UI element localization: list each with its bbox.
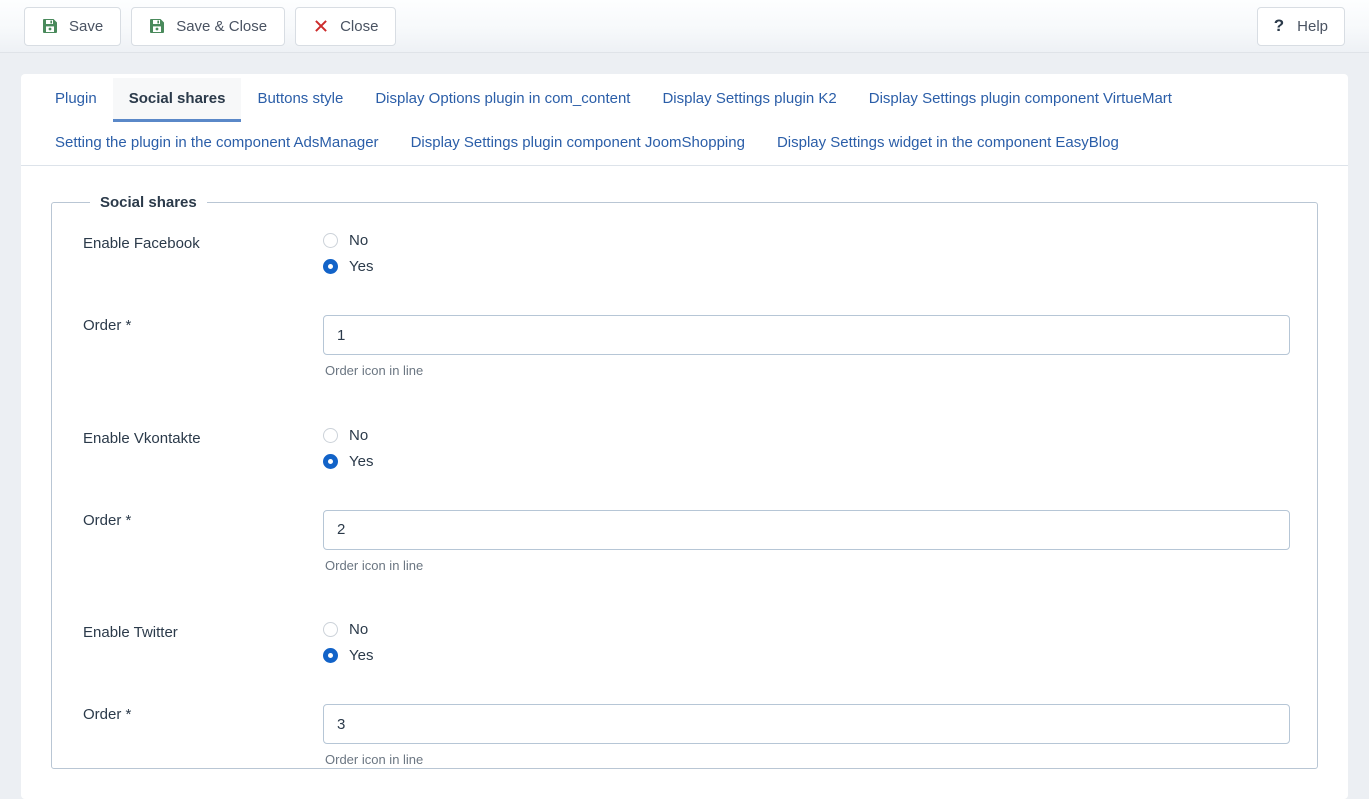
content-card: Plugin Social shares Buttons style Displ… bbox=[21, 74, 1348, 799]
toolbar-button-group: Save Save & Close Close bbox=[24, 6, 397, 46]
floppy-disk-icon bbox=[42, 18, 58, 34]
save-button-label: Save bbox=[69, 17, 104, 35]
radio-enable-twitter-yes[interactable]: Yes bbox=[323, 647, 1290, 665]
radio-group-enable-twitter: No Yes bbox=[323, 621, 1290, 665]
label-enable-twitter: Enable Twitter bbox=[83, 624, 178, 642]
help-button-label: Help bbox=[1297, 17, 1328, 35]
toolbar: Save Save & Close Close ? Help bbox=[0, 0, 1369, 53]
order-vkontakte-input[interactable] bbox=[323, 509, 1290, 550]
save-and-close-button[interactable]: Save & Close bbox=[131, 6, 286, 46]
fieldset-legend: Social shares bbox=[100, 194, 197, 211]
label-text: Order bbox=[83, 511, 122, 529]
label-order-facebook: Order * bbox=[83, 315, 323, 335]
page-container: Plugin Social shares Buttons style Displ… bbox=[0, 53, 1369, 799]
control-group-enable-twitter: Enable Twitter No Yes bbox=[52, 621, 1317, 665]
radio-list: No Yes bbox=[323, 426, 1290, 470]
radio-label: No bbox=[349, 232, 369, 249]
tab-label: Display Settings plugin component Virtue… bbox=[868, 90, 1172, 107]
radio-list: No Yes bbox=[323, 233, 1290, 274]
radio-dot-icon bbox=[323, 233, 338, 248]
label-enable-vkontakte: Enable Vkontakte bbox=[83, 429, 201, 447]
tab-label: Setting the plugin in the component AdsM… bbox=[55, 133, 379, 151]
radio-enable-vkontakte-yes[interactable]: Yes bbox=[323, 452, 1290, 470]
radio-dot-icon bbox=[323, 622, 338, 638]
field-wrap-order-vkontakte: Order icon in line bbox=[323, 509, 1290, 574]
order-twitter-input[interactable] bbox=[323, 704, 1290, 745]
close-button[interactable]: Close bbox=[295, 6, 397, 46]
tab-display-settings-easyblog[interactable]: Display Settings widget in the component… bbox=[761, 122, 1135, 166]
radio-label: Yes bbox=[349, 647, 374, 665]
radio-enable-facebook-yes[interactable]: Yes bbox=[323, 259, 1290, 274]
label-text: Order bbox=[83, 706, 122, 724]
tab-plugin[interactable]: Plugin bbox=[39, 78, 113, 122]
field-wrap-order-twitter: Order icon in line bbox=[323, 704, 1290, 768]
radio-dot-icon bbox=[323, 648, 338, 664]
tab-bar: Plugin Social shares Buttons style Displ… bbox=[21, 74, 1348, 166]
toolbar-right-group: ? Help bbox=[1256, 6, 1345, 46]
radio-dot-icon bbox=[323, 427, 338, 443]
label-order-vkontakte: Order * bbox=[83, 510, 323, 530]
radio-dot-icon bbox=[323, 259, 338, 274]
tab-label: Plugin bbox=[55, 90, 97, 107]
close-x-icon bbox=[313, 18, 329, 34]
tab-display-settings-joomshopping[interactable]: Display Settings plugin component JoomSh… bbox=[395, 122, 761, 166]
question-mark-icon: ? bbox=[1273, 15, 1285, 35]
radio-label: No bbox=[349, 426, 369, 444]
tab-display-settings-k2[interactable]: Display Settings plugin K2 bbox=[646, 78, 852, 122]
radio-enable-vkontakte-no[interactable]: No bbox=[323, 426, 1290, 444]
hint-order-facebook: Order icon in line bbox=[325, 363, 424, 378]
control-group-order-vkontakte: Order * Order icon in line bbox=[52, 509, 1317, 574]
social-shares-fieldset: Social shares Enable Facebook No Yes Ord… bbox=[51, 194, 1318, 769]
radio-list: No Yes bbox=[323, 621, 1290, 665]
field-wrap-order-facebook: Order icon in line bbox=[323, 315, 1290, 379]
radio-dot-icon bbox=[323, 453, 338, 469]
save-and-close-button-label: Save & Close bbox=[176, 17, 268, 35]
radio-enable-facebook-no[interactable]: No bbox=[323, 233, 1290, 248]
order-facebook-input[interactable] bbox=[323, 315, 1290, 355]
tab-label: Display Settings widget in the component… bbox=[776, 133, 1119, 151]
radio-label: Yes bbox=[349, 452, 374, 470]
control-group-enable-vkontakte: Enable Vkontakte No Yes bbox=[52, 426, 1317, 470]
radio-label: No bbox=[349, 621, 369, 639]
tab-display-options-com-content[interactable]: Display Options plugin in com_content bbox=[359, 78, 646, 122]
label-order-twitter: Order * bbox=[83, 704, 323, 724]
control-group-order-twitter: Order * Order icon in line bbox=[52, 704, 1317, 768]
tab-social-shares[interactable]: Social shares bbox=[112, 78, 242, 122]
tab-label: Buttons style bbox=[257, 90, 344, 107]
tab-display-settings-virtuemart[interactable]: Display Settings plugin component Virtue… bbox=[853, 78, 1188, 122]
required-marker: * bbox=[125, 706, 132, 724]
label-text: Order bbox=[83, 317, 122, 334]
tab-label: Display Settings plugin K2 bbox=[662, 90, 837, 107]
control-group-enable-facebook: Enable Facebook No Yes bbox=[52, 233, 1317, 274]
tab-setting-adsmanager[interactable]: Setting the plugin in the component AdsM… bbox=[39, 122, 395, 166]
hint-order-vkontakte: Order icon in line bbox=[325, 557, 424, 573]
radio-enable-twitter-no[interactable]: No bbox=[323, 621, 1290, 639]
tab-label: Social shares bbox=[128, 90, 226, 107]
control-group-order-facebook: Order * Order icon in line bbox=[52, 315, 1317, 379]
radio-group-enable-vkontakte: No Yes bbox=[323, 426, 1290, 470]
help-button[interactable]: ? Help bbox=[1256, 6, 1345, 46]
tab-label: Display Options plugin in com_content bbox=[375, 90, 631, 107]
required-marker: * bbox=[125, 317, 132, 334]
radio-group-enable-facebook: No Yes bbox=[323, 233, 1290, 274]
form-body: Social shares Enable Facebook No Yes Ord… bbox=[21, 166, 1348, 769]
floppy-disk-icon bbox=[149, 18, 165, 34]
tab-buttons-style[interactable]: Buttons style bbox=[241, 78, 359, 122]
save-button[interactable]: Save bbox=[24, 6, 122, 46]
tab-label: Display Settings plugin component JoomSh… bbox=[410, 133, 745, 151]
label-enable-facebook: Enable Facebook bbox=[83, 235, 200, 252]
tab-row-primary: Plugin Social shares Buttons style Displ… bbox=[39, 78, 1330, 165]
close-button-label: Close bbox=[340, 17, 379, 35]
required-marker: * bbox=[125, 511, 132, 529]
radio-label: Yes bbox=[349, 258, 374, 275]
hint-order-twitter: Order icon in line bbox=[325, 752, 424, 768]
